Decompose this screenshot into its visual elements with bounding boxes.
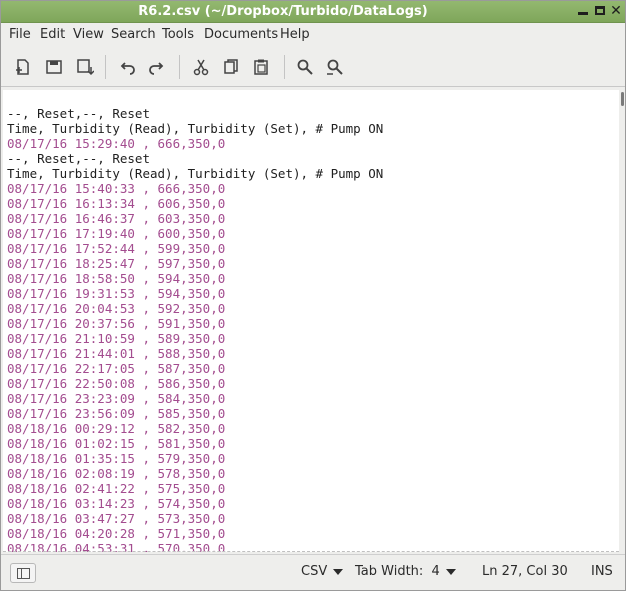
menu-tools[interactable]: Tools <box>162 27 194 42</box>
editor-line: 08/17/16 18:25:47 , 597,350,0 <box>7 256 226 271</box>
editor-line: 08/18/16 02:08:19 , 578,350,0 <box>7 466 226 481</box>
minimize-icon <box>578 12 588 15</box>
cut-button[interactable] <box>189 55 213 79</box>
side-panel-toggle-button[interactable] <box>10 563 36 583</box>
cut-icon <box>193 59 209 76</box>
undo-button[interactable] <box>115 55 139 79</box>
scrollbar-thumb[interactable] <box>621 92 624 106</box>
editor-line: 08/18/16 01:35:15 , 579,350,0 <box>7 451 226 466</box>
find-icon <box>297 59 313 75</box>
redo-button[interactable] <box>145 55 169 79</box>
editor-line: 08/17/16 15:40:33 , 666,350,0 <box>7 181 226 196</box>
menu-documents[interactable]: Documents <box>204 27 278 42</box>
window-title: R6.2.csv (~/Dropbox/Turbido/DataLogs) <box>138 4 428 19</box>
editor-line: 08/17/16 22:50:08 , 586,350,0 <box>7 376 226 391</box>
text-editor-area[interactable]: --, Reset,--, Reset Time, Turbidity (Read… <box>3 90 619 552</box>
menu-edit[interactable]: Edit <box>40 27 65 42</box>
tab-width-selector[interactable]: Tab Width: 4 <box>355 564 456 579</box>
editor-line: 08/17/16 23:23:09 , 584,350,0 <box>7 391 226 406</box>
editor-lines: --, Reset,--, Reset Time, Turbidity (Read… <box>7 106 383 552</box>
new-document-button[interactable] <box>11 55 35 79</box>
close-icon: ✕ <box>610 3 622 19</box>
insert-mode-indicator[interactable]: INS <box>591 564 613 579</box>
editor-line: --, Reset,--, Reset <box>7 151 150 166</box>
open-icon <box>46 60 62 74</box>
redo-icon <box>149 62 164 75</box>
editor-line: 08/17/16 17:52:44 , 599,350,0 <box>7 241 226 256</box>
title-bar[interactable]: R6.2.csv (~/Dropbox/Turbido/DataLogs) ✕ <box>1 1 625 23</box>
toolbar-separator <box>284 55 285 79</box>
editor-line: 08/18/16 03:14:23 , 574,350,0 <box>7 496 226 511</box>
editor-line: 08/17/16 20:04:53 , 592,350,0 <box>7 301 226 316</box>
undo-icon <box>120 62 135 75</box>
paste-icon <box>254 59 268 75</box>
editor-line: 08/17/16 17:19:40 , 600,350,0 <box>7 226 226 241</box>
find-button[interactable] <box>293 55 317 79</box>
editor-line: 08/17/16 15:29:40 , 666,350,0 <box>7 136 226 151</box>
status-bar: CSV Tab Width: 4 Ln 27, Col 30 INS <box>1 554 625 590</box>
language-selector[interactable]: CSV <box>301 564 344 579</box>
editor-line: 08/18/16 04:20:28 , 571,350,0 <box>7 526 226 541</box>
menu-bar: File Edit View Search Tools Documents He… <box>1 24 625 46</box>
find-replace-button[interactable] <box>323 55 347 79</box>
menu-view[interactable]: View <box>73 27 104 42</box>
tab-width-label: Tab Width: 4 <box>355 564 440 579</box>
open-button[interactable] <box>42 55 66 79</box>
cursor-position: Ln 27, Col 30 <box>482 564 568 579</box>
toolbar-separator <box>179 55 180 79</box>
vertical-scrollbar[interactable] <box>620 90 625 552</box>
editor-line: 08/18/16 03:47:27 , 573,350,0 <box>7 511 226 526</box>
editor-line: 08/18/16 01:02:15 , 581,350,0 <box>7 436 226 451</box>
editor-line: --, Reset,--, Reset <box>7 106 150 121</box>
copy-icon <box>224 59 238 74</box>
menu-search[interactable]: Search <box>111 27 156 42</box>
close-button[interactable]: ✕ <box>607 2 625 21</box>
editor-line: Time, Turbidity (Read), Turbidity (Set),… <box>7 121 384 136</box>
find-replace-icon <box>327 59 343 75</box>
chevron-down-icon <box>333 568 344 575</box>
toolbar-separator <box>105 55 106 79</box>
editor-line: 08/17/16 16:13:34 , 606,350,0 <box>7 196 226 211</box>
minimize-button[interactable] <box>574 2 592 21</box>
editor-line: 08/18/16 00:29:12 , 582,350,0 <box>7 421 226 436</box>
toolbar <box>1 47 625 87</box>
menu-file[interactable]: File <box>9 27 31 42</box>
save-button[interactable] <box>73 55 97 79</box>
editor-line: 08/18/16 02:41:22 , 575,350,0 <box>7 481 226 496</box>
chevron-down-icon <box>445 568 456 575</box>
menu-help[interactable]: Help <box>280 27 310 42</box>
editor-line: 08/17/16 18:58:50 , 594,350,0 <box>7 271 226 286</box>
editor-line: 08/17/16 21:44:01 , 588,350,0 <box>7 346 226 361</box>
editor-line: 08/17/16 20:37:56 , 591,350,0 <box>7 316 226 331</box>
maximize-icon <box>595 6 605 15</box>
editor-line: 08/17/16 22:17:05 , 587,350,0 <box>7 361 226 376</box>
save-icon <box>77 59 94 76</box>
side-panel-icon <box>16 567 30 579</box>
editor-line: 08/17/16 23:56:09 , 585,350,0 <box>7 406 226 421</box>
visible-area-border <box>3 551 619 552</box>
editor-window: R6.2.csv (~/Dropbox/Turbido/DataLogs) ✕ … <box>0 0 626 591</box>
language-label: CSV <box>301 564 328 579</box>
new-document-icon <box>16 59 29 75</box>
editor-line: 08/17/16 16:46:37 , 603,350,0 <box>7 211 226 226</box>
copy-button[interactable] <box>219 55 243 79</box>
paste-button[interactable] <box>249 55 273 79</box>
editor-line: 08/17/16 19:31:53 , 594,350,0 <box>7 286 226 301</box>
editor-line: 08/17/16 21:10:59 , 589,350,0 <box>7 331 226 346</box>
editor-line: Time, Turbidity (Read), Turbidity (Set),… <box>7 166 384 181</box>
